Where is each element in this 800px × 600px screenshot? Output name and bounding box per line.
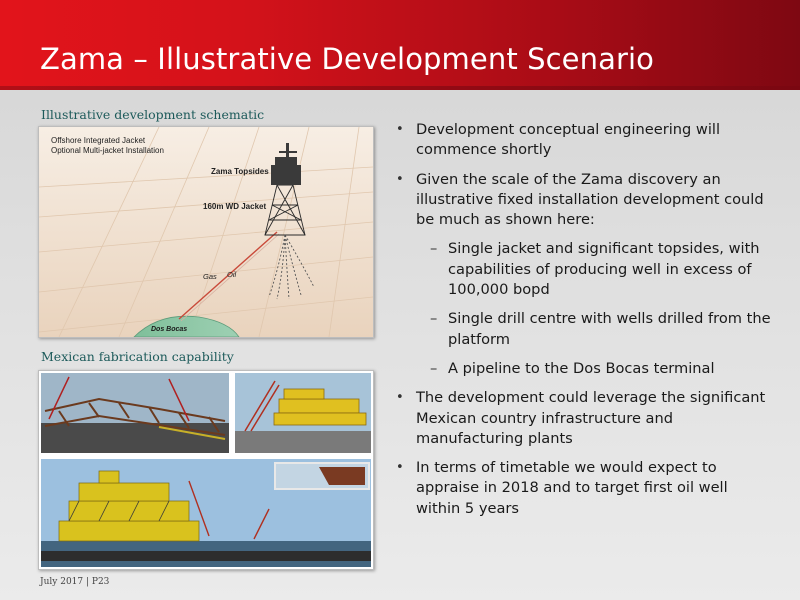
bullet-text: Development conceptual engineering will … [416,121,721,159]
fabrication-photo-1 [41,373,229,453]
fabrication-photo-2 [235,373,371,453]
bullet-item: • In terms of timetable we would expect t… [396,458,776,519]
bullet-item: • Development conceptual engineering will… [396,120,776,161]
schematic-label: Illustrative development schematic [41,107,265,122]
sub-bullet-text: Single drill centre with wells drilled f… [448,310,771,348]
bullet-item: • Given the scale of the Zama discovery a… [396,170,776,231]
oil-label: Oil [227,270,237,279]
title-bar: Zama – Illustrative Development Scenario [0,0,800,88]
fabrication-photo-collage [41,373,371,567]
schematic-illustration: Offshore Integrated Jacket Optional Mult… [38,126,374,338]
sub-bullet-text: Single jacket and significant topsides, … [448,240,760,299]
jacket-label: 160m WD Jacket [203,202,266,211]
bullet-dash-icon: – [430,359,438,377]
sub-bullet-text: A pipeline to the Dos Bocas terminal [448,359,715,377]
slide: Zama – Illustrative Development Scenario… [0,0,800,600]
slide-footer: July 2017 | P23 [40,577,110,587]
terminal-label: Dos Bocas [151,326,187,333]
gas-label: Gas [203,272,217,281]
schematic-note-1: Offshore Integrated Jacket [51,136,146,145]
schematic-note-2: Optional Multi-jacket Installation [51,146,164,155]
development-schematic: Offshore Integrated Jacket Optional Mult… [38,126,374,338]
topsides-label: Zama Topsides [211,167,269,176]
bullet-list: • Development conceptual engineering will… [396,120,776,528]
bullet-dash-icon: – [430,310,438,328]
bullet-text: In terms of timetable we would expect to… [416,459,728,517]
fabrication-label: Mexican fabrication capability [41,349,234,364]
bullet-text: The development could leverage the signi… [416,389,766,447]
bullet-dot-icon: • [396,171,404,187]
bullet-dot-icon: • [396,460,404,476]
sub-bullet-item: – Single jacket and significant topsides,… [396,239,776,300]
slide-title: Zama – Illustrative Development Scenario [40,42,654,76]
fabrication-photo-3 [41,459,371,567]
sub-bullet-item: – Single drill centre with wells drilled … [396,309,776,350]
bullet-item: • The development could leverage the sign… [396,388,776,449]
title-underline [0,86,800,90]
bullet-dash-icon: – [430,240,438,258]
sub-bullet-item: – A pipeline to the Dos Bocas terminal [396,359,776,379]
bullet-dot-icon: • [396,122,404,137]
bullet-dot-icon: • [396,390,404,406]
fabrication-photos [38,370,374,570]
bullet-text: Given the scale of the Zama discovery an… [416,170,764,229]
